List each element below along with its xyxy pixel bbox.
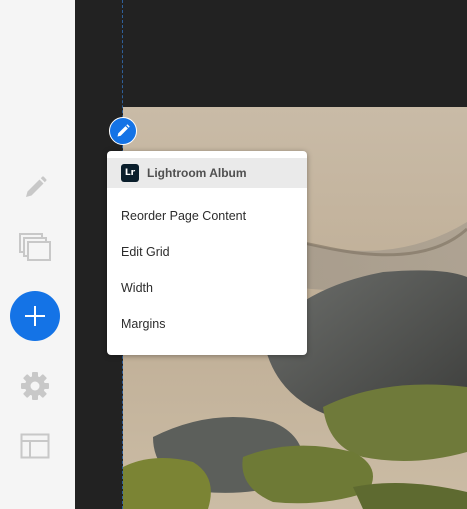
pencil-icon bbox=[26, 176, 47, 197]
settings-button[interactable] bbox=[17, 368, 53, 404]
lightroom-icon: Lr bbox=[121, 164, 139, 182]
menu-separator bbox=[107, 188, 307, 198]
menu-header-label: Lightroom Album bbox=[147, 166, 247, 180]
plus-icon bbox=[25, 306, 45, 326]
menu-item-reorder-page-content[interactable]: Reorder Page Content bbox=[107, 198, 307, 234]
pages-tool-button[interactable] bbox=[17, 230, 53, 266]
menu-item-edit-grid[interactable]: Edit Grid bbox=[107, 234, 307, 270]
layout-button[interactable] bbox=[17, 428, 53, 464]
gear-icon bbox=[21, 372, 49, 400]
menu-item-margins[interactable]: Margins bbox=[107, 306, 307, 342]
menu-header-lightroom-album[interactable]: Lr Lightroom Album bbox=[107, 158, 307, 188]
menu-item-width[interactable]: Width bbox=[107, 270, 307, 306]
left-toolbar bbox=[0, 0, 75, 509]
pencil-icon bbox=[117, 124, 130, 137]
layout-icon bbox=[20, 433, 50, 459]
edit-tool-button[interactable] bbox=[17, 170, 53, 206]
duplicate-pages-icon bbox=[19, 233, 51, 261]
edit-block-button[interactable] bbox=[109, 117, 137, 145]
add-content-button[interactable] bbox=[10, 291, 60, 341]
block-context-menu: Lr Lightroom Album Reorder Page Content … bbox=[107, 151, 307, 355]
